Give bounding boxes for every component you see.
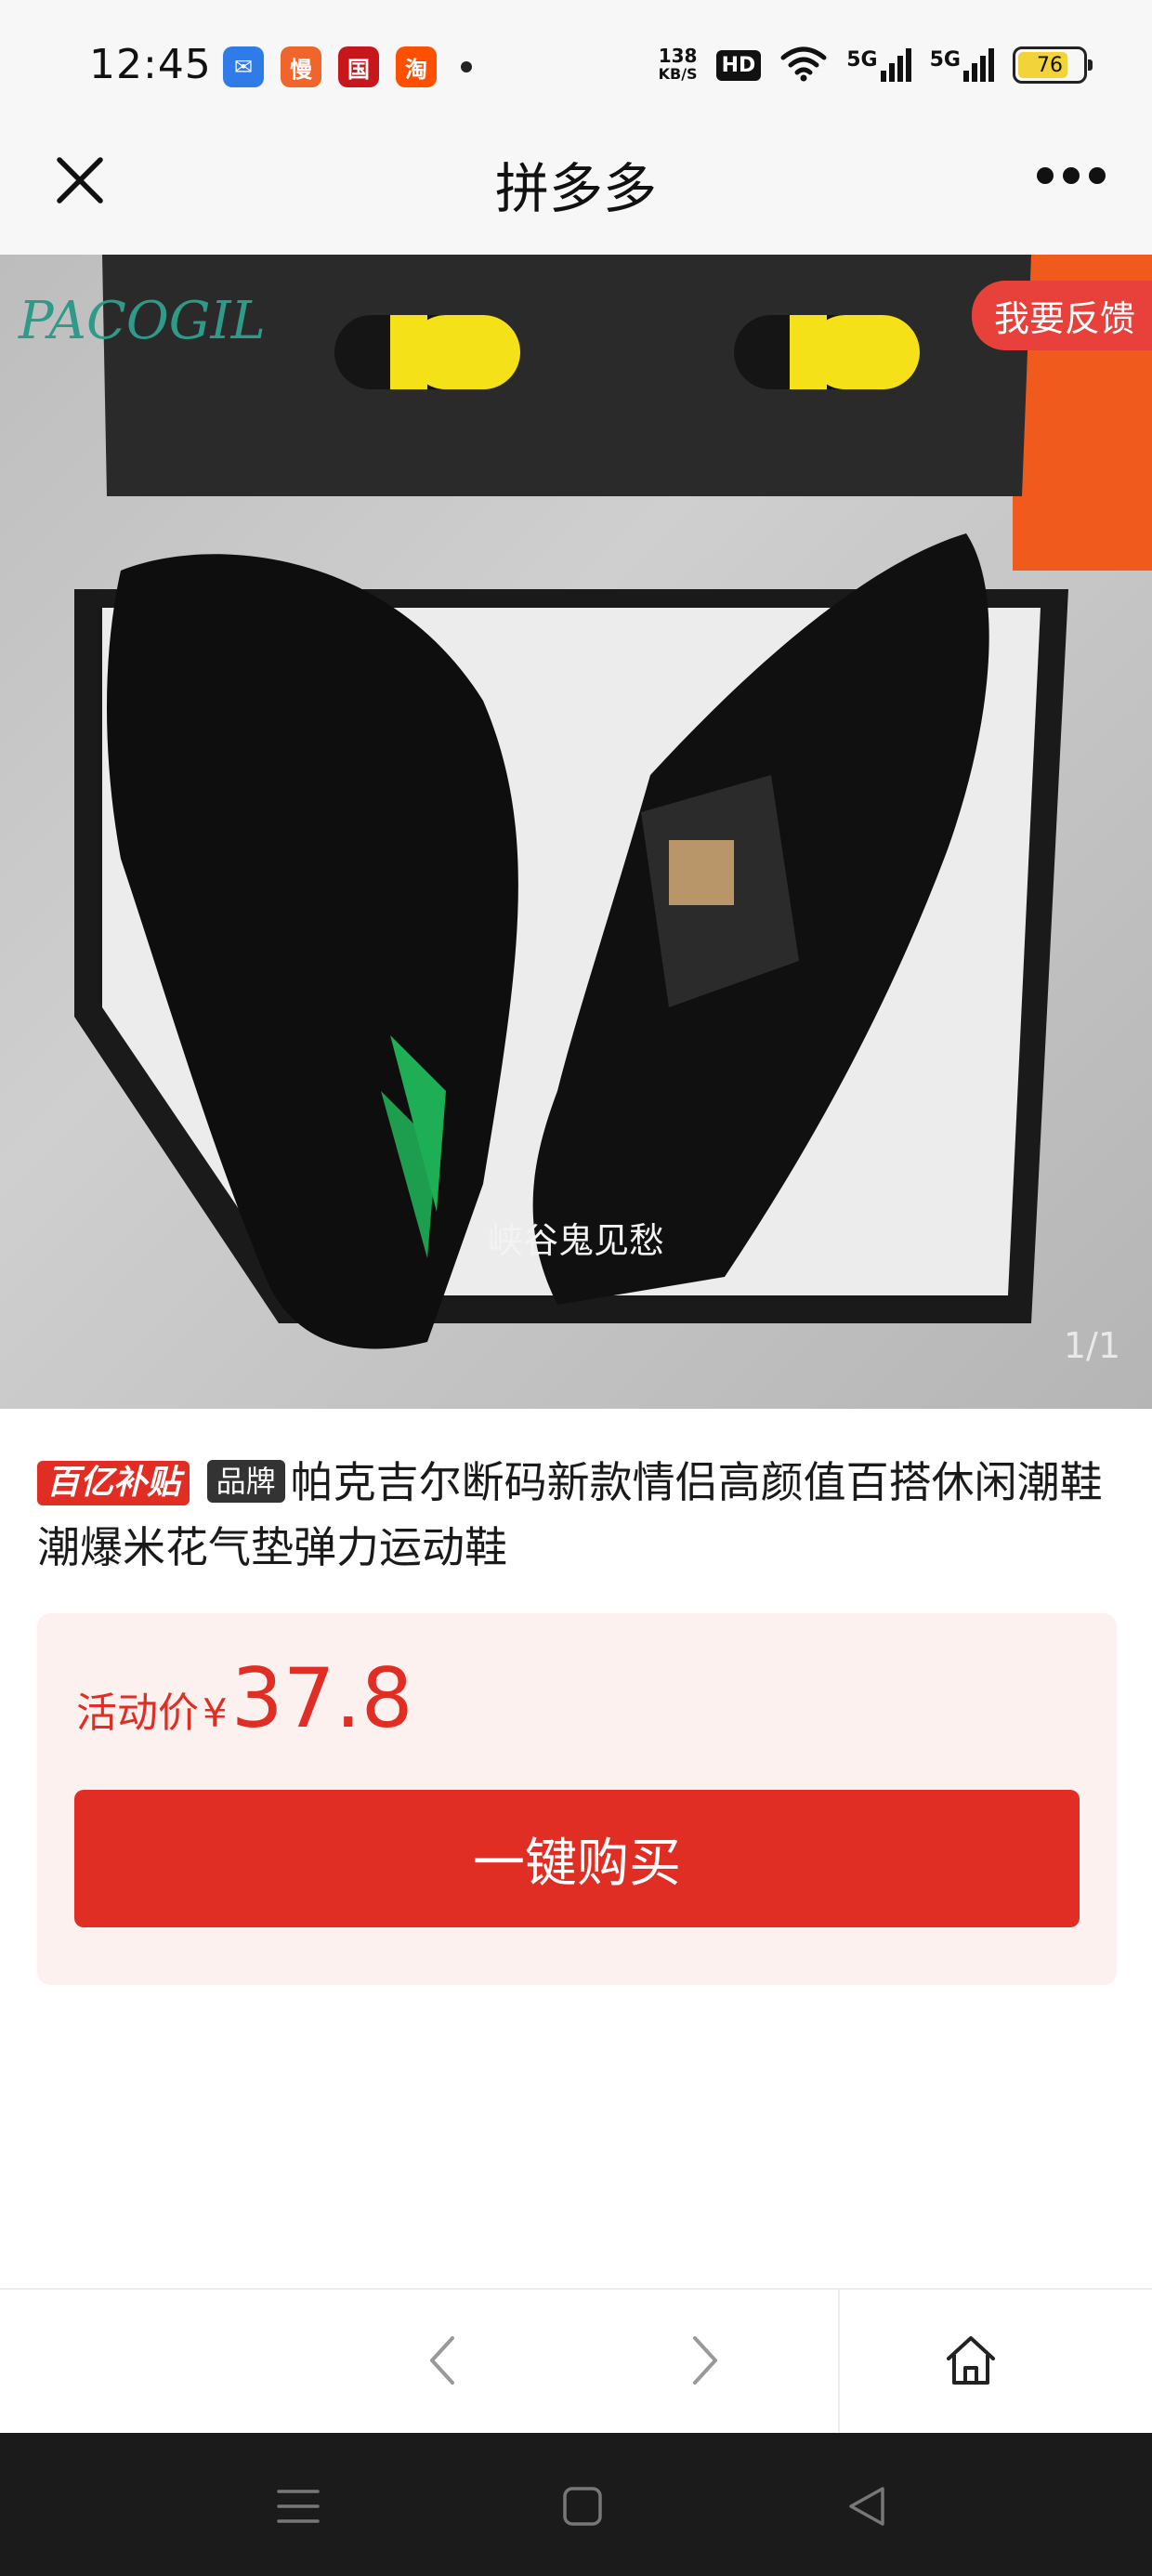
net-speed-unit: KB/S	[658, 65, 698, 83]
slow-app-icon: 慢	[281, 46, 321, 87]
back-triangle-icon[interactable]	[834, 2474, 899, 2539]
hd-icon: HD	[715, 49, 762, 81]
clock: 12:45	[89, 41, 212, 88]
image-pager: 1/1	[1063, 1325, 1120, 1366]
more-options-icon[interactable]	[1037, 167, 1106, 184]
net-speed-value: 138	[658, 45, 698, 67]
brand-logo-text: PACOGIL	[18, 291, 266, 351]
sim2-label: 5G	[929, 48, 961, 72]
wifi-icon	[779, 45, 828, 85]
price-row: 活动价 ¥ 37.8	[76, 1650, 413, 1746]
page-title: 拼多多	[494, 157, 657, 220]
price-value: 37.8	[230, 1650, 413, 1746]
notification-icons: ✉ 慢国淘	[223, 46, 472, 87]
product-title-text: 帕克吉尔断码新款情侣高颜值百搭休闲潮鞋潮爆米花气垫弹力运动鞋	[37, 1457, 1103, 1572]
brand-badge: 品牌	[206, 1460, 285, 1503]
mail-app-icon: ✉	[223, 46, 264, 87]
title-bar: 拼多多	[0, 130, 1152, 255]
battery-level: 76	[1037, 53, 1063, 77]
nav-divider	[838, 2290, 840, 2435]
home-icon[interactable]	[934, 2323, 1008, 2398]
product-image[interactable]: PACOGIL 我要反馈 峡谷鬼见愁 1/1	[0, 255, 1152, 1409]
subsidy-badge: 百亿补贴	[37, 1461, 190, 1505]
taobao-app-icon: 淘	[396, 46, 437, 87]
bank-app-icon: 国	[338, 46, 379, 87]
menu-icon[interactable]	[266, 2474, 331, 2539]
sim1-signal-icon: 5G	[846, 48, 911, 82]
image-watermark: 峡谷鬼见愁	[487, 1220, 664, 1261]
forward-arrow-icon[interactable]	[667, 2323, 741, 2398]
sim1-label: 5G	[846, 48, 878, 72]
back-arrow-icon[interactable]	[406, 2323, 480, 2398]
price-label: 活动价	[76, 1689, 199, 1737]
system-navigation-bar	[0, 2433, 1152, 2576]
net-speed: 138 KB/S	[659, 46, 698, 84]
status-bar: 12:45 ✉ 慢国淘 138 KB/S HD 5G 5G 76	[0, 0, 1152, 130]
currency-symbol: ¥	[203, 1690, 228, 1736]
home-square-icon[interactable]	[550, 2474, 615, 2539]
sim2-signal-icon: 5G	[930, 48, 994, 82]
feedback-button[interactable]: 我要反馈	[971, 281, 1152, 350]
system-indicators: 138 KB/S HD 5G 5G 76	[659, 41, 1093, 89]
more-notifications-dot	[461, 61, 472, 72]
price-panel: 活动价 ¥ 37.8 一键购买	[37, 1613, 1117, 1985]
battery-icon: 76	[1013, 46, 1093, 84]
bottom-navigation	[0, 2288, 1152, 2435]
product-title: 百亿补贴 品牌 帕克吉尔断码新款情侣高颜值百搭休闲潮鞋潮爆米花气垫弹力运动鞋	[37, 1450, 1115, 1580]
buy-now-button[interactable]: 一键购买	[74, 1790, 1080, 1927]
